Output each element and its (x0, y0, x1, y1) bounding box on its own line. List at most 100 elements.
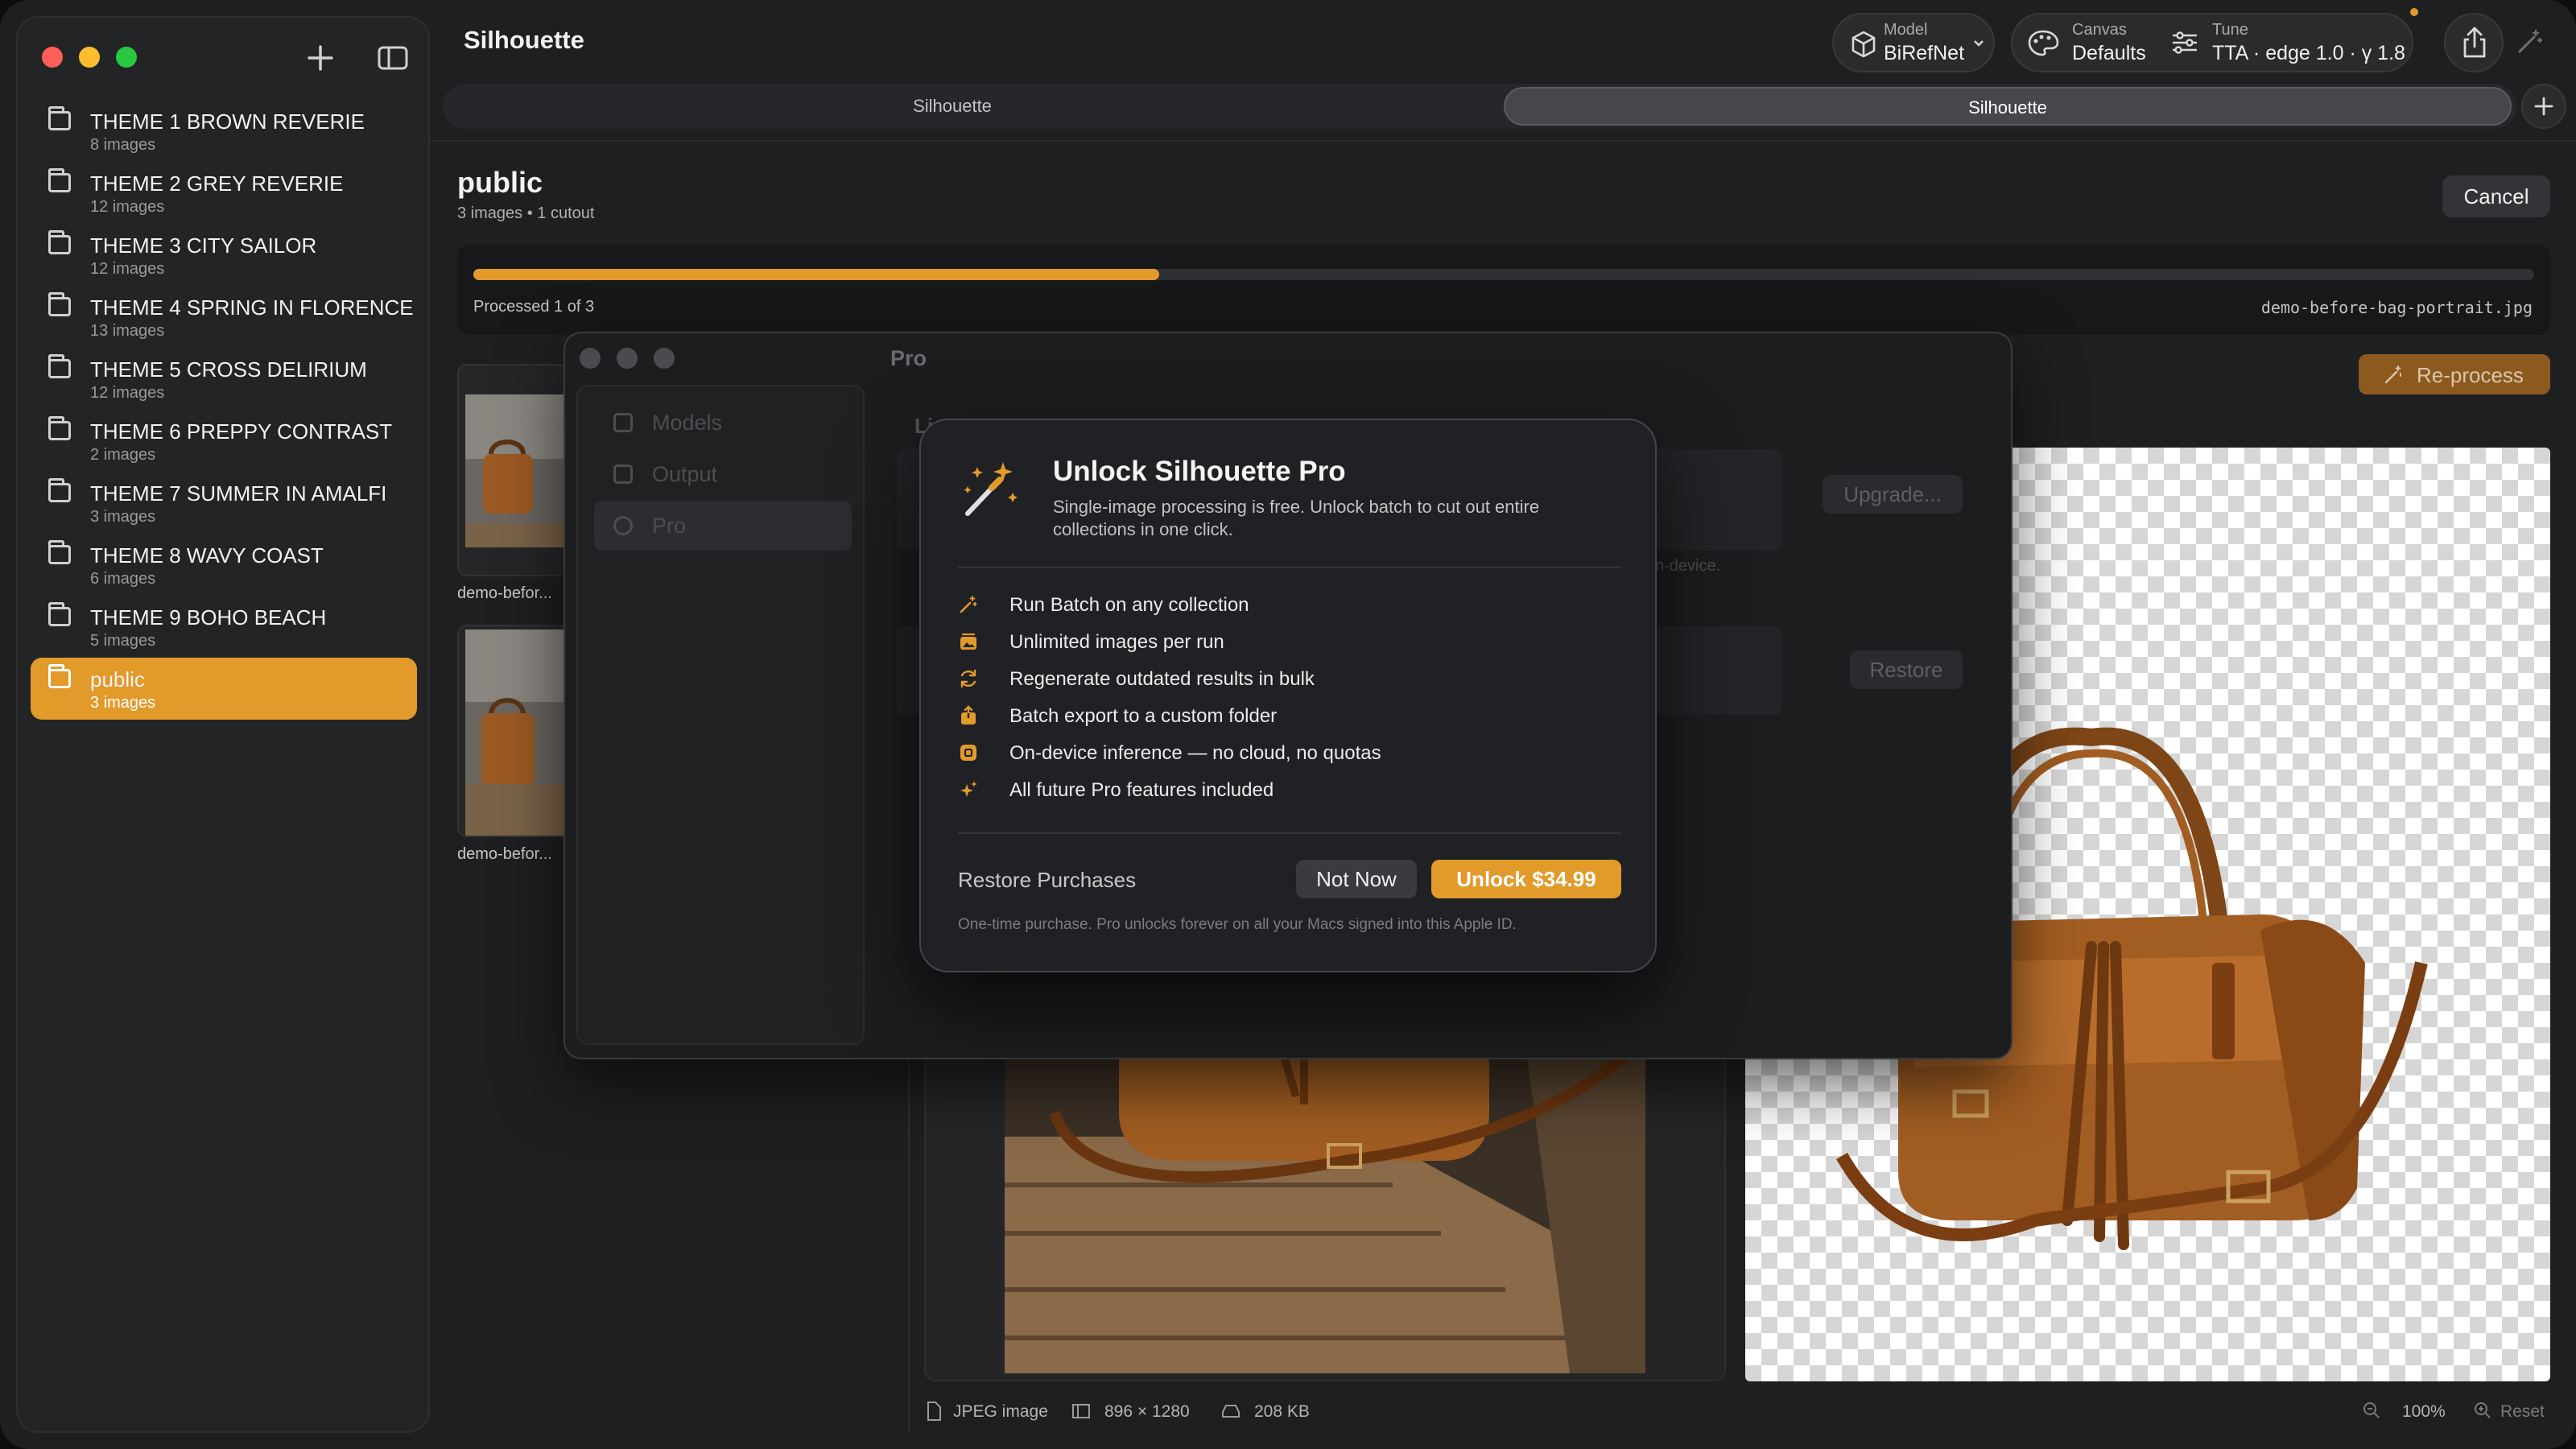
folder-icon (48, 540, 71, 564)
add-collection-icon[interactable] (303, 40, 338, 76)
settings-nav-output[interactable]: Output (594, 449, 852, 499)
folder-icon (48, 664, 71, 688)
sidebar-item-label: THEME 2 GREY REVERIE (90, 171, 344, 196)
sidebar-item-count: 2 images (90, 446, 156, 464)
sidebar-item-count: 8 images (90, 136, 156, 154)
sidebar-item[interactable]: THEME 1 BROWN REVERIE 8 images (31, 100, 417, 162)
divider (908, 1046, 910, 1433)
app-window: THEME 1 BROWN REVERIE 8 images THEME 2 GR… (0, 0, 2576, 1449)
sparkles-icon (613, 516, 633, 535)
reprocess-button[interactable]: Re-process (2359, 354, 2550, 394)
progress-text: Processed 1 of 3 (473, 298, 595, 316)
zoom-in-icon[interactable] (2473, 1401, 2492, 1425)
sidebar-item[interactable]: THEME 2 GREY REVERIE 12 images (31, 162, 417, 224)
canvas-label: Canvas (2072, 21, 2127, 39)
dimensions-icon (1071, 1401, 1092, 1426)
restore-purchases-button[interactable]: Restore Purchases (958, 868, 1136, 893)
tab-bar: Silhouette Silhouette (443, 84, 2516, 129)
sidebar-item[interactable]: THEME 8 WAVY COAST 6 images (31, 534, 417, 596)
folder-icon (48, 602, 71, 626)
tune-button[interactable]: Tune TTA · edge 1.0 · γ 1.8 (2170, 14, 2412, 71)
minimize-window-button[interactable] (79, 47, 100, 68)
settings-zoom-button[interactable] (654, 348, 675, 369)
refresh-icon (960, 669, 976, 688)
reset-zoom-button[interactable]: Reset (2500, 1402, 2545, 1422)
cube-icon (613, 413, 633, 432)
cancel-button[interactable]: Cancel (2442, 175, 2550, 217)
image-thumbnail[interactable] (457, 364, 575, 576)
folder-icon (48, 168, 71, 192)
progress-fill (473, 269, 1160, 280)
sidebar-item-public[interactable]: public 3 images (31, 658, 417, 720)
cube-icon (1852, 31, 1876, 58)
sidebar-item[interactable]: THEME 3 CITY SAILOR 12 images (31, 224, 417, 286)
tab-silhouette-2[interactable]: Silhouette (1504, 87, 2512, 126)
unlock-button[interactable]: Unlock $34.99 (1431, 860, 1621, 898)
sidebar-item[interactable]: THEME 4 SPRING IN FLORENCE 13 images (31, 286, 417, 348)
dialog-footnote: One-time purchase. Pro unlocks forever o… (958, 916, 1517, 933)
sidebar-item[interactable]: THEME 5 CROSS DELIRIUM 12 images (31, 348, 417, 410)
share-icon (2463, 27, 2486, 58)
share-button[interactable] (2444, 13, 2504, 72)
sidebar-item-label: THEME 3 CITY SAILOR (90, 233, 317, 258)
zoom-out-icon[interactable] (2362, 1401, 2381, 1425)
settings-nav-pro[interactable]: Pro (594, 501, 852, 551)
folder-icon (48, 416, 71, 440)
settings-close-button[interactable] (580, 348, 601, 369)
settings-note: n-device. (1655, 557, 1721, 575)
canvas-value: Defaults (2072, 42, 2146, 64)
dialog-title: Unlock Silhouette Pro (1053, 456, 1346, 487)
collection-subtitle: 3 images • 1 cutout (457, 204, 595, 222)
feature-text: All future Pro features included (1009, 779, 1274, 801)
restore-button[interactable]: Restore (1850, 650, 1963, 689)
folder-icon (48, 292, 71, 316)
image-thumbnail[interactable] (457, 625, 575, 837)
sidebar-item-label: THEME 7 SUMMER IN AMALFI (90, 481, 387, 506)
settings-nav-models[interactable]: Models (594, 398, 852, 448)
sidebar-item-count: 6 images (90, 570, 156, 588)
sidebar-item[interactable]: THEME 7 SUMMER IN AMALFI 3 images (31, 472, 417, 534)
folder-icon (48, 354, 71, 378)
new-tab-button[interactable] (2521, 84, 2566, 129)
folder-icon (48, 106, 71, 130)
sidebar-item[interactable]: THEME 6 PREPPY CONTRAST 2 images (31, 410, 417, 472)
file-type: JPEG image (953, 1402, 1048, 1421)
folder-icon (48, 478, 71, 502)
model-picker[interactable]: Model BiRefNet (1832, 13, 1995, 72)
sidebar: THEME 1 BROWN REVERIE 8 images THEME 2 GR… (16, 16, 430, 1433)
sidebar-item-label: THEME 4 SPRING IN FLORENCE (90, 295, 414, 320)
tab-silhouette-1[interactable]: Silhouette (448, 87, 1457, 126)
upgrade-button[interactable]: Upgrade... (1823, 475, 1963, 514)
sidebar-item-count: 5 images (90, 632, 156, 650)
settings-minimize-button[interactable] (617, 348, 638, 369)
toggle-sidebar-icon[interactable] (375, 40, 411, 76)
status-bar: JPEG image 896 × 1280 208 KB 100% Reset (918, 1396, 2560, 1428)
sliders-icon (2173, 31, 2197, 54)
magic-wand-icon (2384, 365, 2401, 384)
batch-wand-button[interactable] (2500, 13, 2560, 72)
sidebar-item-count: 3 images (90, 508, 156, 526)
file-icon (926, 1401, 942, 1426)
sidebar-item-label: THEME 5 CROSS DELIRIUM (90, 357, 367, 382)
progress-filename: demo-before-bag-portrait.jpg (2260, 298, 2533, 317)
model-label: Model (1884, 21, 1928, 39)
wand-icon (960, 596, 977, 613)
progress-panel: Processed 1 of 3 demo-before-bag-portrai… (457, 245, 2550, 335)
canvas-tune-group: Canvas Defaults Tune TTA · edge 1.0 · γ … (2011, 13, 2413, 72)
dialog-subtitle: Single-image processing is free. Unlock … (1053, 497, 1540, 539)
magic-wand-icon (964, 462, 1018, 516)
close-window-button[interactable] (42, 47, 63, 68)
zoom-window-button[interactable] (116, 47, 137, 68)
progress-track (473, 269, 2534, 280)
feature-text: On-device inference — no cloud, no quota… (1009, 742, 1381, 764)
sidebar-item[interactable]: THEME 9 BOHO BEACH 5 images (31, 596, 417, 658)
disk-icon (1220, 1401, 1241, 1426)
feature-text: Regenerate outdated results in bulk (1009, 668, 1315, 690)
divider (958, 567, 1621, 568)
settings-nav-label: Output (652, 462, 718, 486)
sidebar-item-count: 12 images (90, 384, 165, 402)
sidebar-item-label: THEME 8 WAVY COAST (90, 543, 324, 568)
sidebar-item-count: 12 images (90, 198, 165, 216)
not-now-button[interactable]: Not Now (1296, 860, 1417, 898)
canvas-button[interactable]: Canvas Defaults (2013, 14, 2165, 71)
